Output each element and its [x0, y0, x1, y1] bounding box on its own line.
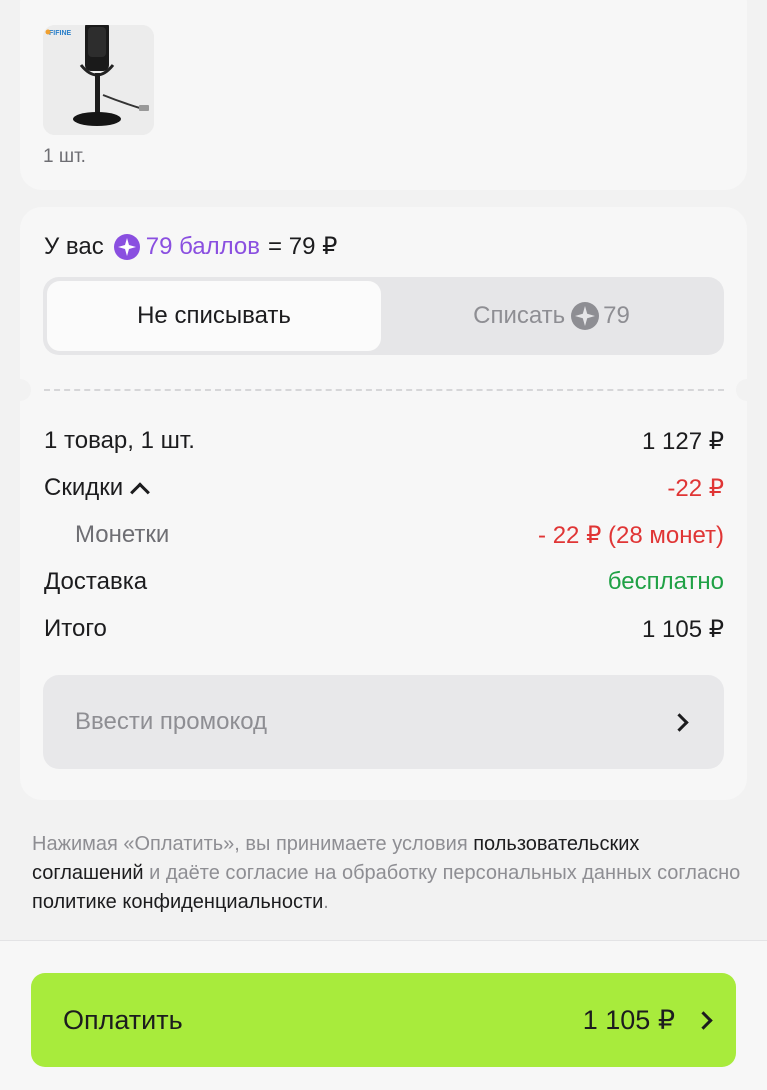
points-value: = 79 ₽: [268, 233, 338, 260]
pay-button[interactable]: Оплатить 1 105 ₽: [31, 973, 736, 1067]
delivery-value: бесплатно: [607, 568, 724, 595]
delivery-label: Доставка: [44, 568, 148, 595]
chevron-right-icon: [670, 712, 689, 732]
legal-text: Нажимая «Оплатить», вы принимаете услови…: [32, 833, 474, 855]
coins-value: - 22 ₽ (28 монет): [538, 521, 724, 549]
discounts-row[interactable]: Скидки -22 ₽: [44, 471, 724, 505]
points-balance: У вас 79 баллов = 79 ₽: [44, 232, 337, 261]
microphone-image: FIFINE: [43, 25, 154, 135]
spend-points-label: Списать: [473, 302, 566, 329]
discounts-label-group[interactable]: Скидки: [44, 474, 151, 503]
points-amount: 79 баллов: [145, 232, 261, 260]
points-toggle: Не списывать Списать 79: [43, 277, 724, 355]
discounts-label: Скидки: [44, 474, 124, 501]
spend-points-option[interactable]: Списать 79: [383, 281, 720, 351]
pay-label: Оплатить: [63, 1004, 183, 1035]
chevron-up-icon[interactable]: [130, 482, 151, 503]
total-value: 1 105 ₽: [642, 615, 724, 643]
items-label: 1 товар, 1 шт.: [44, 427, 195, 454]
pay-amount-group: 1 105 ₽: [582, 1004, 713, 1036]
total-label: Итого: [44, 615, 107, 642]
privacy-policy-link[interactable]: политике конфиденциальности: [32, 891, 323, 913]
legal-text: и даёте согласие на обработку персональн…: [143, 862, 741, 884]
legal-notice: Нажимая «Оплатить», вы принимаете услови…: [32, 830, 742, 917]
bottom-bar: Оплатить 1 105 ₽: [0, 940, 767, 1090]
coins-row: Монетки - 22 ₽ (28 монет): [44, 518, 724, 552]
items-value: 1 127 ₽: [642, 427, 724, 455]
brand-logo: FIFINE: [49, 30, 71, 37]
promo-code-button[interactable]: Ввести промокод: [43, 675, 724, 769]
dashed-divider: [44, 389, 724, 391]
ticket-notch: [736, 379, 758, 401]
points-star-icon: [571, 302, 600, 330]
promo-code-label: Ввести промокод: [75, 708, 268, 735]
points-prefix: У вас: [44, 232, 104, 260]
product-card: FIFINE 1 шт.: [20, 0, 747, 190]
delivery-row: Доставка бесплатно: [44, 565, 724, 599]
total-row: Итого 1 105 ₽: [44, 612, 724, 646]
ticket-notch: [9, 379, 31, 401]
chevron-right-icon: [694, 1010, 713, 1030]
spend-points-value: 79: [603, 302, 630, 329]
order-summary-card: У вас 79 баллов = 79 ₽ Не списывать Спис…: [9, 207, 758, 800]
product-quantity: 1 шт.: [43, 146, 86, 167]
points-star-icon: [113, 233, 140, 260]
pay-amount: 1 105 ₽: [582, 1004, 675, 1035]
checkout-page: FIFINE 1 шт. У вас 79 баллов = 79 ₽ Не с…: [0, 0, 767, 1090]
legal-text: .: [323, 891, 329, 913]
discounts-value: -22 ₽: [667, 474, 724, 502]
product-thumbnail[interactable]: FIFINE: [43, 25, 154, 135]
coins-label: Монетки: [75, 521, 170, 548]
items-row: 1 товар, 1 шт. 1 127 ₽: [44, 424, 724, 458]
dont-spend-points-option[interactable]: Не списывать: [47, 281, 381, 351]
